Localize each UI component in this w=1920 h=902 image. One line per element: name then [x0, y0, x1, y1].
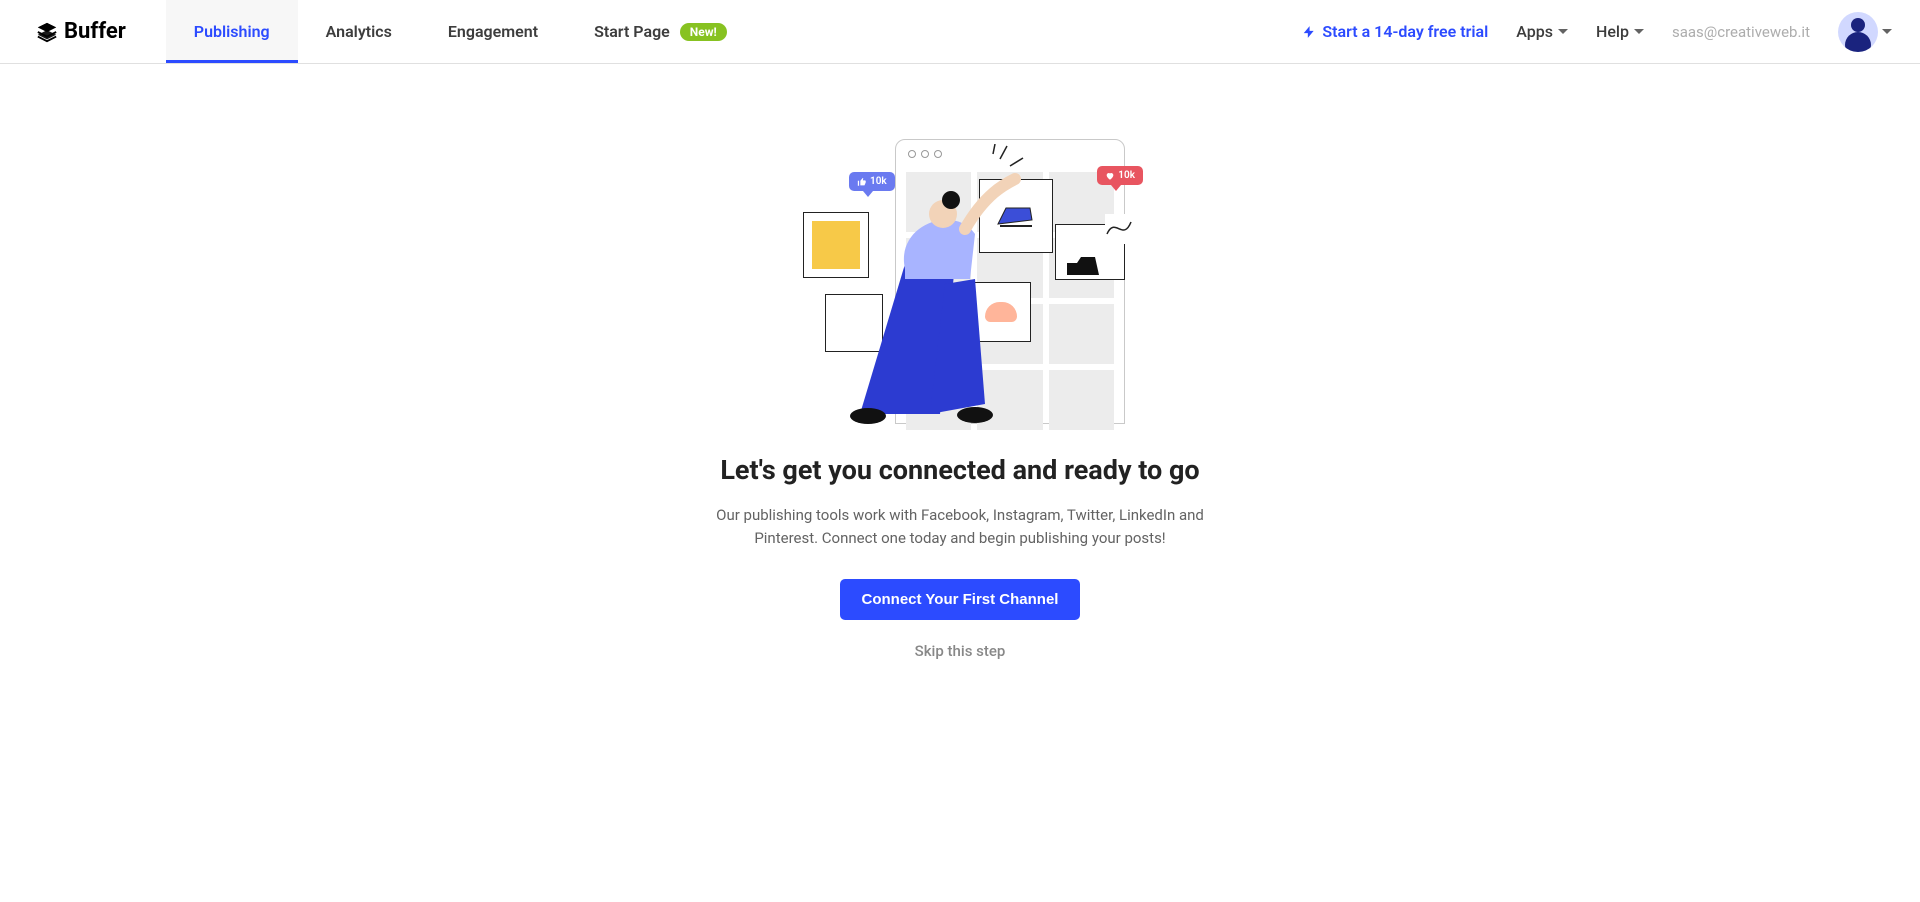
trial-link-text: Start a 14-day free trial [1322, 22, 1488, 41]
tab-analytics[interactable]: Analytics [298, 0, 420, 63]
main-content: 10k 10k [0, 64, 1920, 660]
brand-name: Buffer [64, 19, 126, 44]
trial-link[interactable]: Start a 14-day free trial [1302, 22, 1488, 41]
help-label: Help [1596, 22, 1629, 41]
tab-start-page[interactable]: Start Page New! [566, 0, 755, 63]
tab-label: Analytics [326, 22, 392, 41]
buffer-icon [36, 21, 58, 43]
onboarding-heading: Let's get you connected and ready to go [720, 454, 1199, 486]
avatar [1838, 12, 1878, 52]
account-menu[interactable] [1838, 12, 1892, 52]
person-illustration [835, 144, 1025, 424]
connect-channel-button[interactable]: Connect Your First Channel [840, 579, 1081, 620]
heart-bubble: 10k [1097, 166, 1143, 185]
tab-label: Start Page [594, 22, 670, 41]
tab-engagement[interactable]: Engagement [420, 0, 566, 63]
chevron-down-icon [1882, 29, 1892, 34]
tab-publishing[interactable]: Publishing [166, 0, 298, 63]
onboarding-illustration: 10k 10k [795, 124, 1125, 424]
nav-right: Start a 14-day free trial Apps Help saas… [1302, 12, 1892, 52]
tab-label: Engagement [448, 22, 538, 41]
scribble-icon [1105, 214, 1135, 244]
heart-icon [1105, 171, 1115, 181]
heart-count: 10k [1118, 170, 1135, 181]
tab-label: Publishing [194, 22, 270, 41]
apps-dropdown[interactable]: Apps [1516, 22, 1568, 41]
user-email: saas@creativeweb.it [1672, 23, 1810, 41]
top-nav: Buffer Publishing Analytics Engagement S… [0, 0, 1920, 64]
chevron-down-icon [1558, 29, 1568, 34]
skip-step-link[interactable]: Skip this step [915, 642, 1006, 660]
new-badge: New! [680, 23, 727, 41]
nav-tabs: Publishing Analytics Engagement Start Pa… [166, 0, 755, 63]
onboarding-subtext: Our publishing tools work with Facebook,… [700, 504, 1220, 549]
chevron-down-icon [1634, 29, 1644, 34]
brand-logo[interactable]: Buffer [36, 19, 126, 44]
apps-label: Apps [1516, 22, 1553, 41]
help-dropdown[interactable]: Help [1596, 22, 1644, 41]
lightning-icon [1302, 24, 1316, 40]
